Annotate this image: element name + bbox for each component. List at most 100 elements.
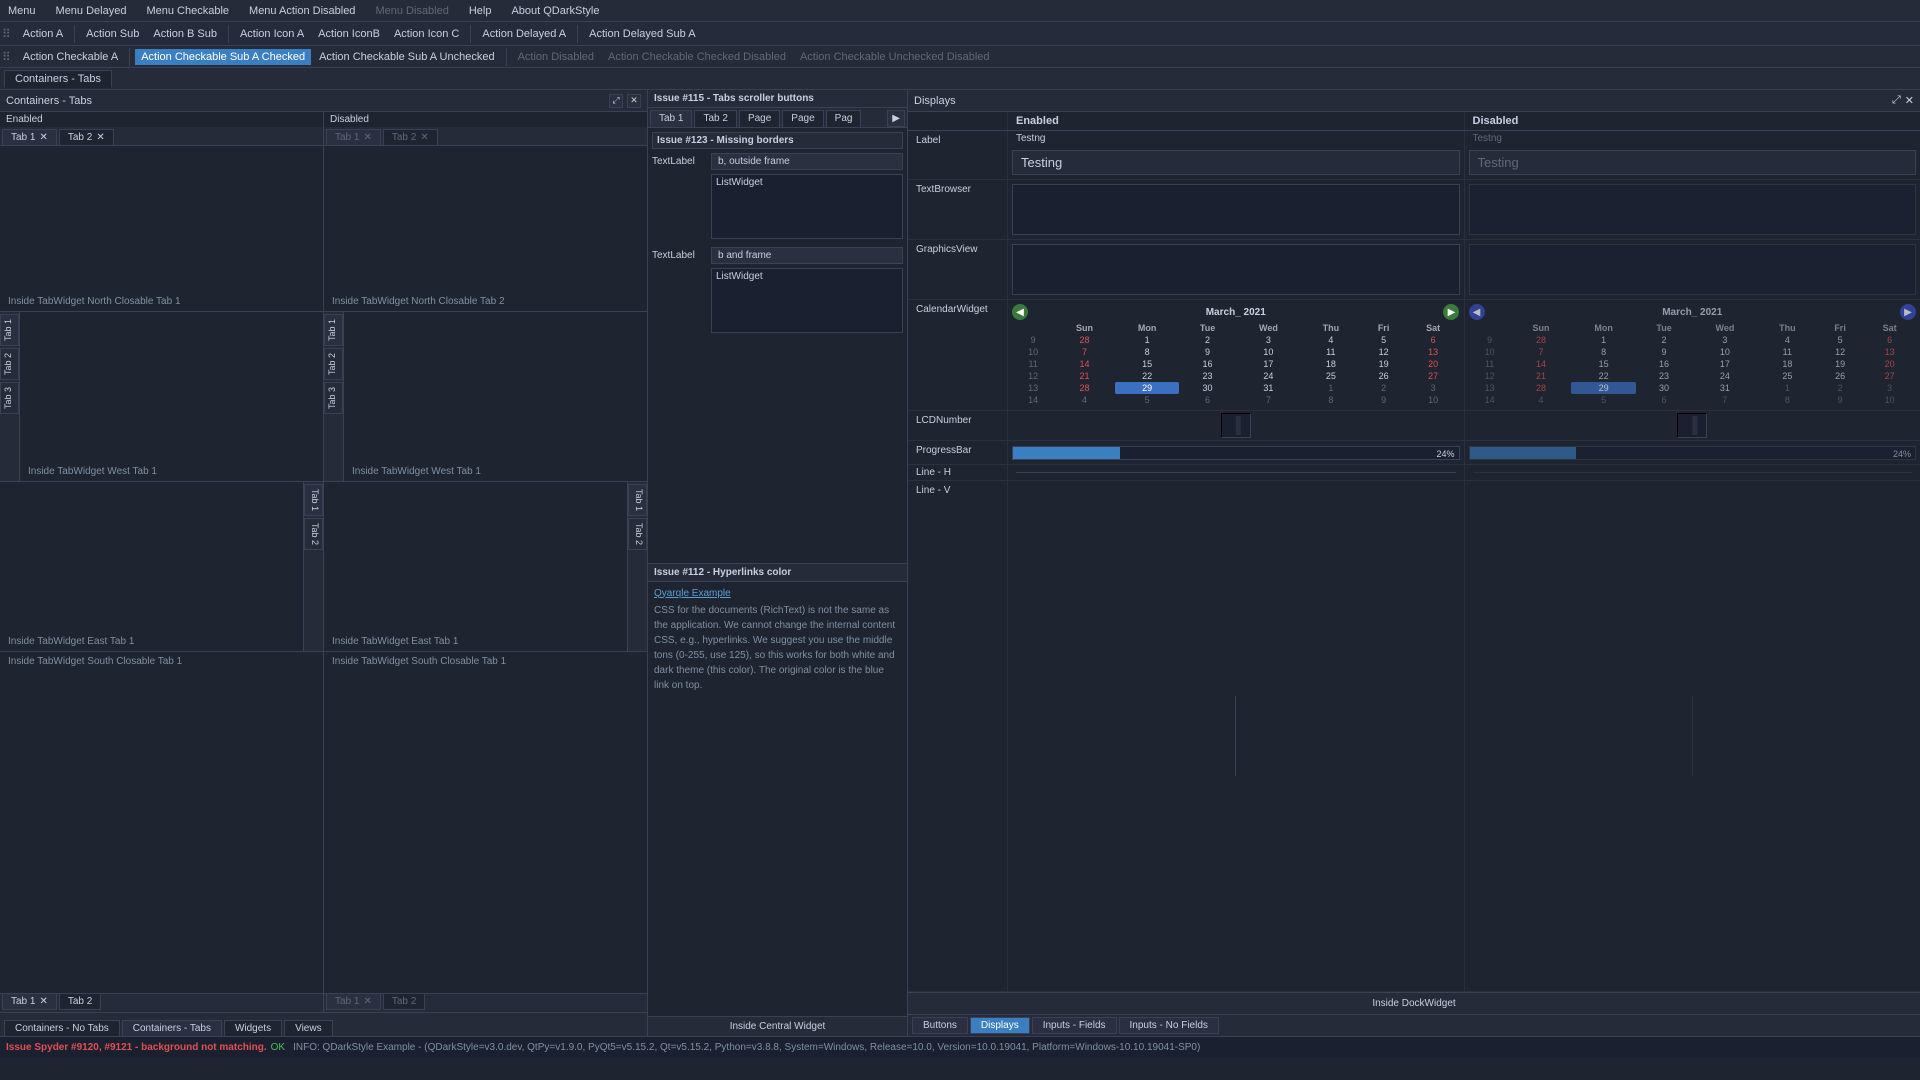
list-widget-1[interactable]: ListWidget: [711, 174, 903, 239]
cal-w4-sun[interactable]: 21: [1054, 370, 1115, 382]
north-tab-1-enabled[interactable]: Tab 1 ✕: [2, 129, 57, 145]
cal-w3-sat[interactable]: 20: [1407, 358, 1460, 370]
cal-enabled-prev[interactable]: ◀: [1012, 304, 1028, 320]
action-icon-c-button[interactable]: Action Icon C: [388, 26, 465, 42]
action-icon-a-button[interactable]: Action Icon A: [234, 26, 310, 42]
east-tab-2[interactable]: Tab 2: [304, 518, 323, 550]
cal-w4-fri[interactable]: 26: [1360, 370, 1406, 382]
cal-w6-thu[interactable]: 8: [1301, 394, 1360, 406]
cal-w6-wed[interactable]: 7: [1236, 394, 1301, 406]
east-tab-1[interactable]: Tab 1: [304, 484, 323, 516]
south-tab-1-close[interactable]: ✕: [39, 996, 47, 1007]
cal-enabled-next[interactable]: ▶: [1443, 304, 1459, 320]
south-tab-2[interactable]: Tab 2: [59, 994, 101, 1010]
menu-item-help[interactable]: Help: [465, 3, 496, 19]
tab-containers-tabs[interactable]: Containers - Tabs: [4, 70, 112, 88]
south-tab-1[interactable]: Tab 1 ✕: [2, 994, 57, 1010]
cal-w4-wed[interactable]: 24: [1236, 370, 1301, 382]
cal-w5-mon-today[interactable]: 29: [1115, 382, 1180, 394]
west-tab-2[interactable]: Tab 2: [0, 348, 19, 380]
cal-w3-sun[interactable]: 14: [1054, 358, 1115, 370]
cal-w5-wed[interactable]: 31: [1236, 382, 1301, 394]
cal-w3-mon[interactable]: 15: [1115, 358, 1180, 370]
action-checkable-sub-unchecked-button[interactable]: Action Checkable Sub A Unchecked: [313, 49, 501, 65]
nav-btn-buttons[interactable]: Buttons: [912, 1017, 968, 1034]
cal-w2-sat[interactable]: 13: [1407, 346, 1460, 358]
action-b-sub-button[interactable]: Action B Sub: [147, 26, 223, 42]
graphics-view-enabled-box[interactable]: [1012, 244, 1460, 295]
action-delayed-a-button[interactable]: Action Delayed A: [476, 26, 572, 42]
cal-w4-mon[interactable]: 22: [1115, 370, 1180, 382]
left-panel-float-icon[interactable]: ⤢: [609, 94, 623, 108]
west-tab-1[interactable]: Tab 1: [0, 314, 19, 346]
issue-115-scroll-btn[interactable]: ▶: [887, 110, 905, 127]
cal-w4-sat[interactable]: 27: [1407, 370, 1460, 382]
cal-w1-mon[interactable]: 1: [1115, 334, 1180, 346]
menu-item-delayed[interactable]: Menu Delayed: [52, 3, 131, 19]
text-browser-enabled-box[interactable]: [1012, 184, 1460, 235]
issue-115-tab-2[interactable]: Tab 2: [694, 110, 736, 127]
action-checkable-sub-checked-button[interactable]: Action Checkable Sub A Checked: [135, 49, 311, 65]
menu-item-disabled[interactable]: Menu Disabled: [371, 3, 452, 19]
nav-btn-inputs-fields[interactable]: Inputs - Fields: [1032, 1017, 1117, 1034]
cal-w4-tue[interactable]: 23: [1179, 370, 1235, 382]
hyperlink-example[interactable]: Qyarqle Example: [654, 588, 901, 599]
cal-w1-fri[interactable]: 5: [1360, 334, 1406, 346]
cal-w5-fri[interactable]: 2: [1360, 382, 1406, 394]
cal-w1-thu[interactable]: 4: [1301, 334, 1360, 346]
cal-w2-sun[interactable]: 7: [1054, 346, 1115, 358]
cal-w3-tue[interactable]: 16: [1179, 358, 1235, 370]
nav-btn-displays[interactable]: Displays: [970, 1017, 1030, 1034]
left-panel-close-icon[interactable]: ✕: [627, 94, 641, 108]
cal-w5-sat[interactable]: 3: [1407, 382, 1460, 394]
bottom-tab-views[interactable]: Views: [284, 1020, 333, 1036]
cal-w6-tue[interactable]: 6: [1179, 394, 1235, 406]
cal-w4-thu[interactable]: 25: [1301, 370, 1360, 382]
cal-w6-sat[interactable]: 10: [1407, 394, 1460, 406]
cal-w6-fri[interactable]: 9: [1360, 394, 1406, 406]
cal-w1-tue[interactable]: 2: [1179, 334, 1235, 346]
cal-w5-tue[interactable]: 30: [1179, 382, 1235, 394]
cal-w2-fri[interactable]: 12: [1360, 346, 1406, 358]
cal-w3-thu[interactable]: 18: [1301, 358, 1360, 370]
bottom-tab-widgets[interactable]: Widgets: [224, 1020, 282, 1036]
cal-w2-wed[interactable]: 10: [1236, 346, 1301, 358]
cal-w5-thu[interactable]: 1: [1301, 382, 1360, 394]
cal-w1-wed[interactable]: 3: [1236, 334, 1301, 346]
south-enabled-tabs: Tab 1 ✕ Tab 2: [0, 993, 323, 1012]
cal-w2-thu[interactable]: 11: [1301, 346, 1360, 358]
issue-115-tab-1[interactable]: Tab 1: [650, 110, 692, 127]
right-panel-float-icon[interactable]: ⤢: [1892, 94, 1901, 107]
cal-w1-sun[interactable]: 28: [1054, 334, 1115, 346]
cal-w3-wed[interactable]: 17: [1236, 358, 1301, 370]
bottom-tab-tabs[interactable]: Containers - Tabs: [122, 1020, 222, 1036]
north-tab-1-close[interactable]: ✕: [39, 132, 47, 143]
menu-item-checkable[interactable]: Menu Checkable: [142, 3, 233, 19]
action-delayed-sub-button[interactable]: Action Delayed Sub A: [583, 26, 701, 42]
cal-w5-sun[interactable]: 28: [1054, 382, 1115, 394]
north-tab-2-enabled[interactable]: Tab 2 ✕: [59, 129, 114, 145]
north-tab-2-close[interactable]: ✕: [96, 132, 104, 143]
issue-115-tab-5[interactable]: Pag: [826, 110, 862, 127]
action-icon-b-button[interactable]: Action IconB: [312, 26, 386, 42]
menu-item-about[interactable]: About QDarkStyle: [507, 3, 603, 19]
menu-item-menu[interactable]: Menu: [4, 3, 40, 19]
list-widget-2[interactable]: ListWidget: [711, 268, 903, 333]
cal-w2-mon[interactable]: 8: [1115, 346, 1180, 358]
menu-item-action-disabled[interactable]: Menu Action Disabled: [245, 3, 359, 19]
cal-w3-fri[interactable]: 19: [1360, 358, 1406, 370]
action-checkable-a-button[interactable]: Action Checkable A: [17, 49, 124, 65]
west-enabled-content: Inside TabWidget West Tab 1: [20, 312, 323, 481]
issue-115-tab-4[interactable]: Page: [782, 110, 823, 127]
issue-115-tab-3[interactable]: Page: [739, 110, 780, 127]
action-a-button[interactable]: Action A: [17, 26, 69, 42]
cal-w6-sun[interactable]: 4: [1054, 394, 1115, 406]
west-tab-3[interactable]: Tab 3: [0, 382, 19, 414]
nav-btn-inputs-no-fields[interactable]: Inputs - No Fields: [1119, 1017, 1219, 1034]
cal-w6-mon[interactable]: 5: [1115, 394, 1180, 406]
cal-w1-sat[interactable]: 6: [1407, 334, 1460, 346]
action-sub-1-button[interactable]: Action Sub: [80, 26, 145, 42]
right-panel-close-icon[interactable]: ✕: [1905, 94, 1914, 107]
cal-w2-tue[interactable]: 9: [1179, 346, 1235, 358]
bottom-tab-no-tabs[interactable]: Containers - No Tabs: [4, 1020, 120, 1036]
